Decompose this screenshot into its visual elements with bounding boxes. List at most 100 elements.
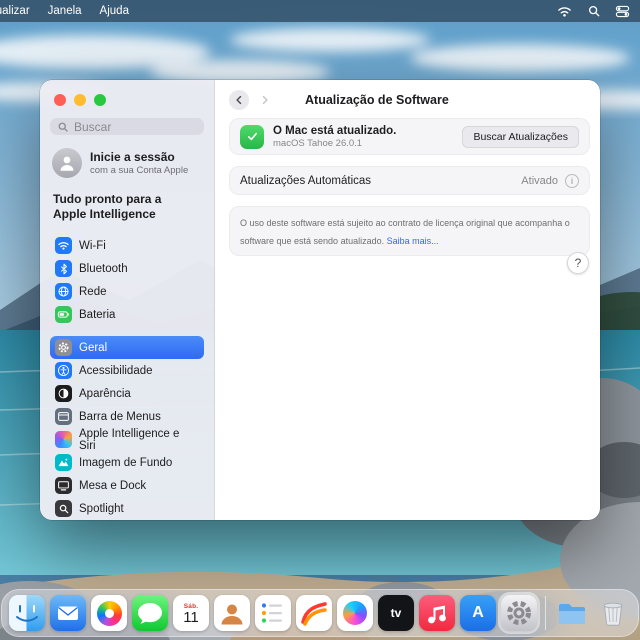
wallpaper-icon [55, 454, 72, 471]
menu-item-ajuda[interactable]: Ajuda [100, 5, 129, 17]
sidebar-item-label: Wi-Fi [79, 239, 106, 252]
sidebar-nav: Wi-Fi Bluetooth Rede Bateria Geral Acess… [50, 234, 204, 520]
menu-item-visualizar[interactable]: Visualizar [0, 5, 30, 17]
search-field[interactable] [50, 118, 204, 135]
avatar [52, 148, 82, 178]
dock-siri-icon[interactable] [337, 595, 373, 631]
dock-downloads-folder-icon[interactable] [554, 595, 590, 631]
back-button[interactable] [229, 90, 249, 110]
sidebar-item-imagem-de-fundo[interactable]: Imagem de Fundo [50, 451, 204, 474]
sidebar-item-label: Barra de Menus [79, 410, 161, 423]
bluetooth-icon [55, 260, 72, 277]
close-button[interactable] [54, 94, 66, 106]
update-check-icon [240, 124, 264, 149]
dock-apple-tv-icon[interactable]: tv [378, 595, 414, 631]
license-note: O uso deste software está sujeito ao con… [229, 206, 590, 256]
search-input[interactable] [74, 119, 197, 134]
sidebar-item-label: Aparência [79, 387, 131, 400]
sidebar-item-apple-intelligence-siri[interactable]: Apple Intelligence e Siri [50, 427, 204, 452]
software-update-pane: Atualização de Software O Mac está atual… [215, 80, 600, 520]
sidebar: Inicie a sessão com a sua Conta Apple Tu… [40, 80, 215, 520]
desktop-dock-icon [55, 477, 72, 494]
menu-bar: Visualizar Janela Ajuda [0, 0, 640, 22]
sidebar-item-label: Rede [79, 285, 107, 298]
spotlight-icon [55, 500, 72, 517]
dock-news-icon[interactable] [296, 595, 332, 631]
dock-reminders-icon[interactable] [255, 595, 291, 631]
person-icon [60, 156, 74, 171]
battery-icon [55, 306, 72, 323]
sidebar-item-barra-de-menus[interactable]: Barra de Menus [50, 405, 204, 428]
dock-divider [545, 596, 546, 630]
signin-title: Inicie a sessão [90, 150, 175, 164]
dock-calendar-icon[interactable]: Sáb. 11 [173, 595, 209, 631]
forward-button[interactable] [255, 90, 275, 110]
sidebar-item-label: Geral [79, 341, 108, 354]
dock-messages-icon[interactable] [132, 595, 168, 631]
gear-icon [55, 339, 72, 356]
sidebar-item-label: Mesa e Dock [79, 479, 147, 492]
page-title: Atualização de Software [305, 93, 449, 107]
sidebar-item-label: Bateria [79, 308, 116, 321]
wifi-icon [55, 237, 72, 254]
settings-window: Inicie a sessão com a sua Conta Apple Tu… [40, 80, 600, 520]
automatic-updates-label: Atualizações Automáticas [240, 174, 372, 187]
sidebar-item-spotlight[interactable]: Spotlight [50, 497, 204, 520]
sidebar-item-aparencia[interactable]: Aparência [50, 382, 204, 405]
chevron-right-icon [262, 95, 268, 105]
app-store-glyph: A [472, 604, 484, 621]
update-status-title: O Mac está atualizado. [273, 124, 397, 137]
automatic-updates-value: Ativado [521, 174, 558, 187]
sidebar-item-rede[interactable]: Rede [50, 280, 204, 303]
os-version: macOS Tahoe 26.0.1 [273, 137, 363, 149]
zoom-button[interactable] [94, 94, 106, 106]
sidebar-item-bateria[interactable]: Bateria [50, 303, 204, 326]
siri-icon [55, 431, 72, 448]
calendar-day: 11 [183, 609, 199, 627]
dock-mail-icon[interactable] [50, 595, 86, 631]
dock-music-icon[interactable] [419, 595, 455, 631]
update-status-card: O Mac está atualizado. macOS Tahoe 26.0.… [229, 118, 590, 155]
sidebar-item-bluetooth[interactable]: Bluetooth [50, 257, 204, 280]
sidebar-item-label: Acessibilidade [79, 364, 153, 377]
sidebar-item-label: Bluetooth [79, 262, 128, 275]
siri-orb [343, 601, 367, 625]
info-icon[interactable]: i [565, 173, 579, 188]
appearance-icon [55, 385, 72, 402]
dock-photos-icon[interactable] [91, 595, 127, 631]
chevron-left-icon [236, 95, 242, 105]
sidebar-item-label: Imagem de Fundo [79, 456, 173, 469]
learn-more-link[interactable]: Saiba mais... [387, 236, 439, 246]
dock-finder-icon[interactable] [9, 595, 45, 631]
sidebar-item-mesa-e-dock[interactable]: Mesa e Dock [50, 474, 204, 497]
apple-tv-glyph: tv [390, 606, 402, 620]
help-button[interactable]: ? [567, 252, 589, 274]
window-controls [54, 94, 204, 106]
automatic-updates-row[interactable]: Atualizações Automáticas Ativado i [229, 166, 590, 195]
menu-bar-icon [55, 408, 72, 425]
dock-contacts-icon[interactable] [214, 595, 250, 631]
sidebar-item-acessibilidade[interactable]: Acessibilidade [50, 359, 204, 382]
profile-signin[interactable]: Inicie a sessão com a sua Conta Apple [52, 148, 202, 178]
search-icon [58, 122, 68, 132]
menu-item-janela[interactable]: Janela [48, 5, 82, 17]
control-center-icon[interactable] [615, 4, 630, 19]
photos-pinwheel [96, 600, 122, 626]
sidebar-item-geral[interactable]: Geral [50, 336, 204, 359]
wifi-status-icon[interactable] [557, 4, 572, 19]
apple-intelligence-banner[interactable]: Tudo pronto para a Apple Intelligence [53, 192, 173, 222]
globe-icon [55, 283, 72, 300]
sidebar-item-label: Apple Intelligence e Siri [79, 427, 180, 452]
dock-app-store-icon[interactable]: A [460, 595, 496, 631]
sidebar-item-wifi[interactable]: Wi-Fi [50, 234, 204, 257]
dock-trash-icon[interactable] [595, 595, 631, 631]
check-updates-button[interactable]: Buscar Atualizações [462, 125, 579, 148]
menu-items: Visualizar Janela Ajuda [0, 5, 129, 17]
dock: Sáb. 11 tv A [1, 589, 639, 637]
dock-system-settings-icon[interactable] [501, 595, 537, 631]
search-status-icon[interactable] [586, 4, 601, 19]
signin-subtitle: com a sua Conta Apple [90, 165, 189, 176]
minimize-button[interactable] [74, 94, 86, 106]
accessibility-icon [55, 362, 72, 379]
